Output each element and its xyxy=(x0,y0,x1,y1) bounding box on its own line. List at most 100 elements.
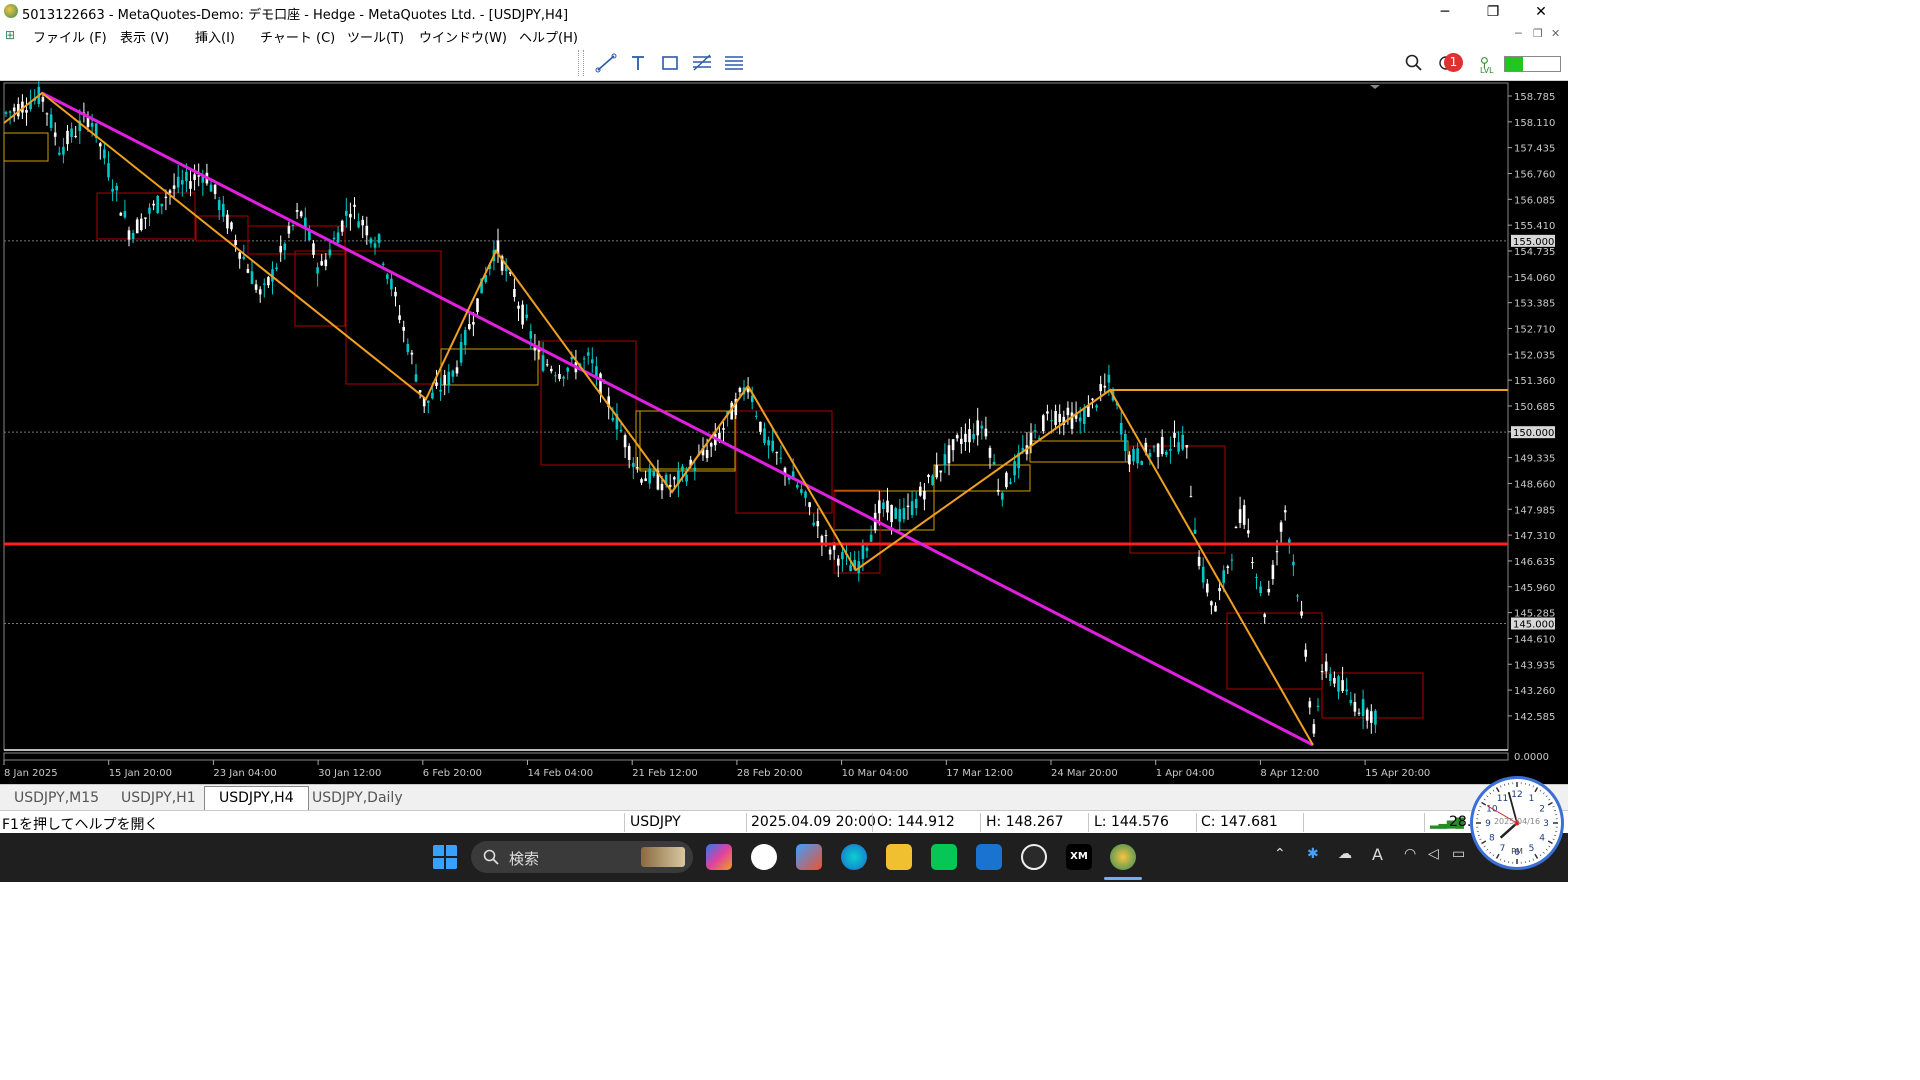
clock-tick xyxy=(1492,789,1495,792)
onedrive-icon[interactable]: ☁ xyxy=(1338,846,1352,862)
price-label: 151.360 xyxy=(1514,376,1555,387)
candle-bull xyxy=(1140,460,1143,465)
range-box-red xyxy=(1321,672,1424,719)
close-button[interactable]: ✕ xyxy=(1518,0,1564,24)
candle-bear xyxy=(738,387,742,393)
app-pin-icon[interactable] xyxy=(1021,844,1047,870)
menu-tools[interactable]: ツール(T) xyxy=(347,27,404,46)
menu-window[interactable]: ウインドウ(W) xyxy=(419,27,507,46)
file-explorer-icon[interactable] xyxy=(886,844,912,870)
mdi-minimize-button[interactable]: ─ xyxy=(1515,27,1522,40)
menu-help[interactable]: ヘルプ(H) xyxy=(519,27,578,46)
range-box-yellow xyxy=(440,348,539,386)
clock-app-icon[interactable] xyxy=(751,844,777,870)
volume-icon[interactable]: ◁ xyxy=(1428,846,1439,862)
rectangle-icon[interactable] xyxy=(659,52,681,74)
candle-bear xyxy=(472,321,475,325)
fibonacci-icon[interactable] xyxy=(691,52,713,74)
price-label: 147.310 xyxy=(1514,531,1555,542)
candle-bear xyxy=(144,217,147,219)
mdi-close-button[interactable]: ✕ xyxy=(1551,27,1560,40)
candle-bear xyxy=(168,190,172,193)
battery-icon[interactable]: ▭ xyxy=(1452,846,1465,862)
analog-clock-widget[interactable]: 12 1 2 3 4 5 6 7 8 9 10 11 2025/04/16 PM xyxy=(1470,776,1564,870)
candle-bull xyxy=(328,249,332,256)
time-label: 6 Feb 20:00 xyxy=(423,768,482,779)
search-icon[interactable] xyxy=(1403,52,1425,74)
candle-bull xyxy=(1337,676,1340,692)
candle-bear xyxy=(197,175,200,177)
candle-bear xyxy=(1271,564,1275,579)
tab-usdjpy-h1[interactable]: USDJPY,H1 xyxy=(107,787,210,809)
candle-bear xyxy=(99,143,102,147)
candle-bull xyxy=(332,237,336,240)
taskbar-search[interactable]: 検索 xyxy=(471,841,693,873)
candle-bull xyxy=(685,474,688,482)
candle-bear xyxy=(1341,680,1344,691)
price-label: 143.260 xyxy=(1514,686,1555,697)
outlook-icon[interactable] xyxy=(976,844,1002,870)
bluetooth-icon[interactable]: ✱ xyxy=(1307,846,1319,862)
photos-icon[interactable] xyxy=(796,844,822,870)
candle-bear xyxy=(951,439,955,451)
mdi-restore-button[interactable]: ❐ xyxy=(1533,27,1543,40)
menu-file[interactable]: ファイル (F) xyxy=(33,27,107,46)
menu-chart[interactable]: チャート (C) xyxy=(260,27,335,46)
candle-bull xyxy=(181,180,184,185)
time-label: 30 Jan 12:00 xyxy=(318,768,381,779)
price-label: 154.060 xyxy=(1514,273,1555,284)
candle-bull xyxy=(386,274,389,279)
tab-usdjpy-m15[interactable]: USDJPY,M15 xyxy=(0,787,113,809)
candle-bear xyxy=(1103,385,1107,388)
candle-bear xyxy=(722,428,725,430)
clock-tick xyxy=(1532,785,1534,788)
clock-tick xyxy=(1479,806,1482,808)
signal-level-label: LVL xyxy=(1480,66,1494,75)
range-box-red xyxy=(1129,445,1226,554)
menu-view[interactable]: 表示 (V) xyxy=(120,27,169,46)
candle-bear xyxy=(1333,677,1336,684)
trendline-icon[interactable] xyxy=(595,52,617,74)
candle-bull xyxy=(1009,482,1012,484)
chart-window-icon[interactable]: ⊞ xyxy=(5,28,19,42)
maximize-button[interactable]: ❐ xyxy=(1470,0,1516,24)
candle-bull xyxy=(841,552,844,560)
range-box-yellow xyxy=(1029,440,1129,463)
line-icon[interactable] xyxy=(931,844,957,870)
candle-bull xyxy=(586,352,590,356)
candle-bear xyxy=(1238,509,1242,523)
candle-bear xyxy=(1210,601,1213,606)
price-chart[interactable]: 158.785 158.110 157.435 156.760 156.085 155.4… xyxy=(0,81,1568,784)
candle-bull xyxy=(914,498,918,509)
metatrader-taskbar-icon[interactable] xyxy=(1110,844,1136,870)
chart-canvas[interactable]: 158.785 158.110 157.435 156.760 156.085 155.4… xyxy=(0,81,1568,784)
copilot-icon[interactable] xyxy=(706,844,732,870)
tab-usdjpy-h4[interactable]: USDJPY,H4 xyxy=(204,786,309,811)
candle-bear xyxy=(267,277,270,286)
price-label: 156.760 xyxy=(1514,169,1555,180)
tray-expand-icon[interactable]: ⌃ xyxy=(1274,846,1286,862)
clock-tick xyxy=(1545,795,1548,798)
time-label: 10 Mar 04:00 xyxy=(842,768,909,779)
channel-icon[interactable] xyxy=(723,52,745,74)
tab-usdjpy-daily[interactable]: USDJPY,Daily xyxy=(298,787,417,809)
text-icon[interactable] xyxy=(627,52,649,74)
minimize-button[interactable]: ─ xyxy=(1422,0,1468,24)
candle-bull xyxy=(1230,559,1234,561)
toolbar-grip[interactable] xyxy=(578,50,584,76)
menu-insert[interactable]: 挿入(I) xyxy=(195,27,235,46)
candle-bear xyxy=(1275,551,1279,553)
notification-badge[interactable]: 1 xyxy=(1444,53,1463,72)
edge-icon[interactable] xyxy=(841,844,867,870)
clock-numeral: 8 xyxy=(1489,834,1495,844)
wifi-icon[interactable]: ◠ xyxy=(1404,846,1416,862)
price-label: 150.685 xyxy=(1514,402,1555,413)
candle-bull xyxy=(1169,448,1172,451)
ime-language-indicator[interactable]: A xyxy=(1372,845,1383,864)
candle-bear xyxy=(1046,411,1049,414)
price-label: 149.335 xyxy=(1514,454,1555,465)
xm-icon[interactable]: XM xyxy=(1066,844,1092,870)
candle-bull xyxy=(1013,461,1016,476)
candle-bull xyxy=(804,491,807,498)
windows-start-icon[interactable] xyxy=(432,844,458,870)
